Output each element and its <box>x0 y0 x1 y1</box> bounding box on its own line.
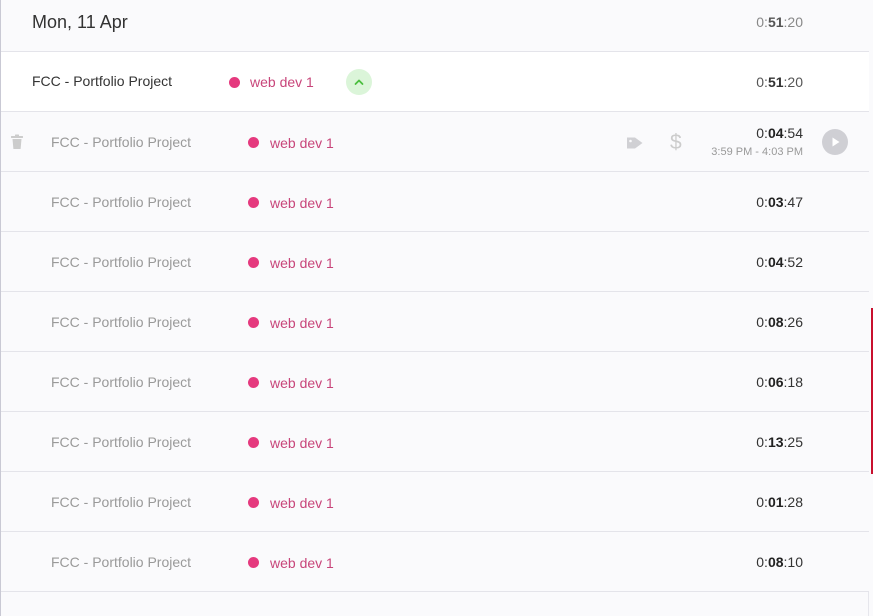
entry-description[interactable]: FCC - Portfolio Project <box>51 494 191 510</box>
entry-description[interactable]: FCC - Portfolio Project <box>32 73 172 89</box>
entry-description[interactable]: FCC - Portfolio Project <box>51 374 191 390</box>
project-color-dot <box>248 377 259 388</box>
entry-description[interactable]: FCC - Portfolio Project <box>51 434 191 450</box>
project-color-dot <box>248 197 259 208</box>
entry-duration[interactable]: 0:08:26 <box>756 314 803 330</box>
play-icon <box>832 137 840 147</box>
project-label[interactable]: web dev 1 <box>270 135 334 151</box>
project-color-dot <box>248 437 259 448</box>
time-entry-row[interactable]: FCC - Portfolio Project web dev 1 $ 0:04… <box>1 112 869 172</box>
project-color-dot <box>248 317 259 328</box>
entry-duration[interactable]: 0:08:10 <box>756 554 803 570</box>
project-label[interactable]: web dev 1 <box>270 375 334 391</box>
entry-duration[interactable]: 0:03:47 <box>756 194 803 210</box>
time-entry-row[interactable]: FCC - Portfolio Project web dev 1 0:13:2… <box>1 412 869 472</box>
time-entry-row[interactable]: FCC - Portfolio Project web dev 1 0:03:4… <box>1 172 869 232</box>
day-total: 0:51:20 <box>756 14 803 30</box>
project-label[interactable]: web dev 1 <box>270 195 334 211</box>
time-entry-row[interactable]: FCC - Portfolio Project web dev 1 0:01:2… <box>1 472 869 532</box>
time-entry-row[interactable]: FCC - Portfolio Project web dev 1 0:06:1… <box>1 352 869 412</box>
entry-duration[interactable]: 0:01:28 <box>756 494 803 510</box>
continue-entry-button[interactable] <box>822 129 848 155</box>
group-duration[interactable]: 0:51:20 <box>756 74 803 90</box>
collapse-group-button[interactable] <box>346 69 372 95</box>
entry-duration[interactable]: 0:13:25 <box>756 434 803 450</box>
project-label[interactable]: web dev 1 <box>270 315 334 331</box>
project-label[interactable]: web dev 1 <box>250 74 314 90</box>
project-color-dot <box>248 257 259 268</box>
tag-icon[interactable] <box>626 136 644 155</box>
entry-duration[interactable]: 0:04:54 <box>756 125 803 141</box>
project-label[interactable]: web dev 1 <box>270 435 334 451</box>
entry-description[interactable]: FCC - Portfolio Project <box>51 554 191 570</box>
entry-description[interactable]: FCC - Portfolio Project <box>51 314 191 330</box>
time-entry-row[interactable]: FCC - Portfolio Project web dev 1 0:04:5… <box>1 232 869 292</box>
project-color-dot <box>248 137 259 148</box>
time-entry-row[interactable]: FCC - Portfolio Project web dev 1 0:08:2… <box>1 292 869 352</box>
project-color-dot <box>248 557 259 568</box>
entry-description[interactable]: FCC - Portfolio Project <box>51 134 191 150</box>
entry-duration[interactable]: 0:06:18 <box>756 374 803 390</box>
grouped-entry-row[interactable]: FCC - Portfolio Project web dev 1 0:51:2… <box>1 52 869 112</box>
chevron-up-icon <box>354 79 364 85</box>
entry-description[interactable]: FCC - Portfolio Project <box>51 194 191 210</box>
project-label[interactable]: web dev 1 <box>270 555 334 571</box>
dollar-icon[interactable]: $ <box>670 132 682 153</box>
project-label[interactable]: web dev 1 <box>270 495 334 511</box>
entry-time-range[interactable]: 3:59 PM - 4:03 PM <box>711 146 803 158</box>
trash-icon[interactable] <box>10 134 24 155</box>
time-entry-row[interactable]: FCC - Portfolio Project web dev 1 0:08:1… <box>1 532 869 592</box>
entry-description[interactable]: FCC - Portfolio Project <box>51 254 191 270</box>
project-label[interactable]: web dev 1 <box>270 255 334 271</box>
project-color-dot <box>229 77 240 88</box>
day-title: Mon, 11 Apr <box>32 12 128 32</box>
project-color-dot <box>248 497 259 508</box>
day-header: Mon, 11 Apr 0:51:20 <box>1 0 869 52</box>
entry-duration[interactable]: 0:04:52 <box>756 254 803 270</box>
